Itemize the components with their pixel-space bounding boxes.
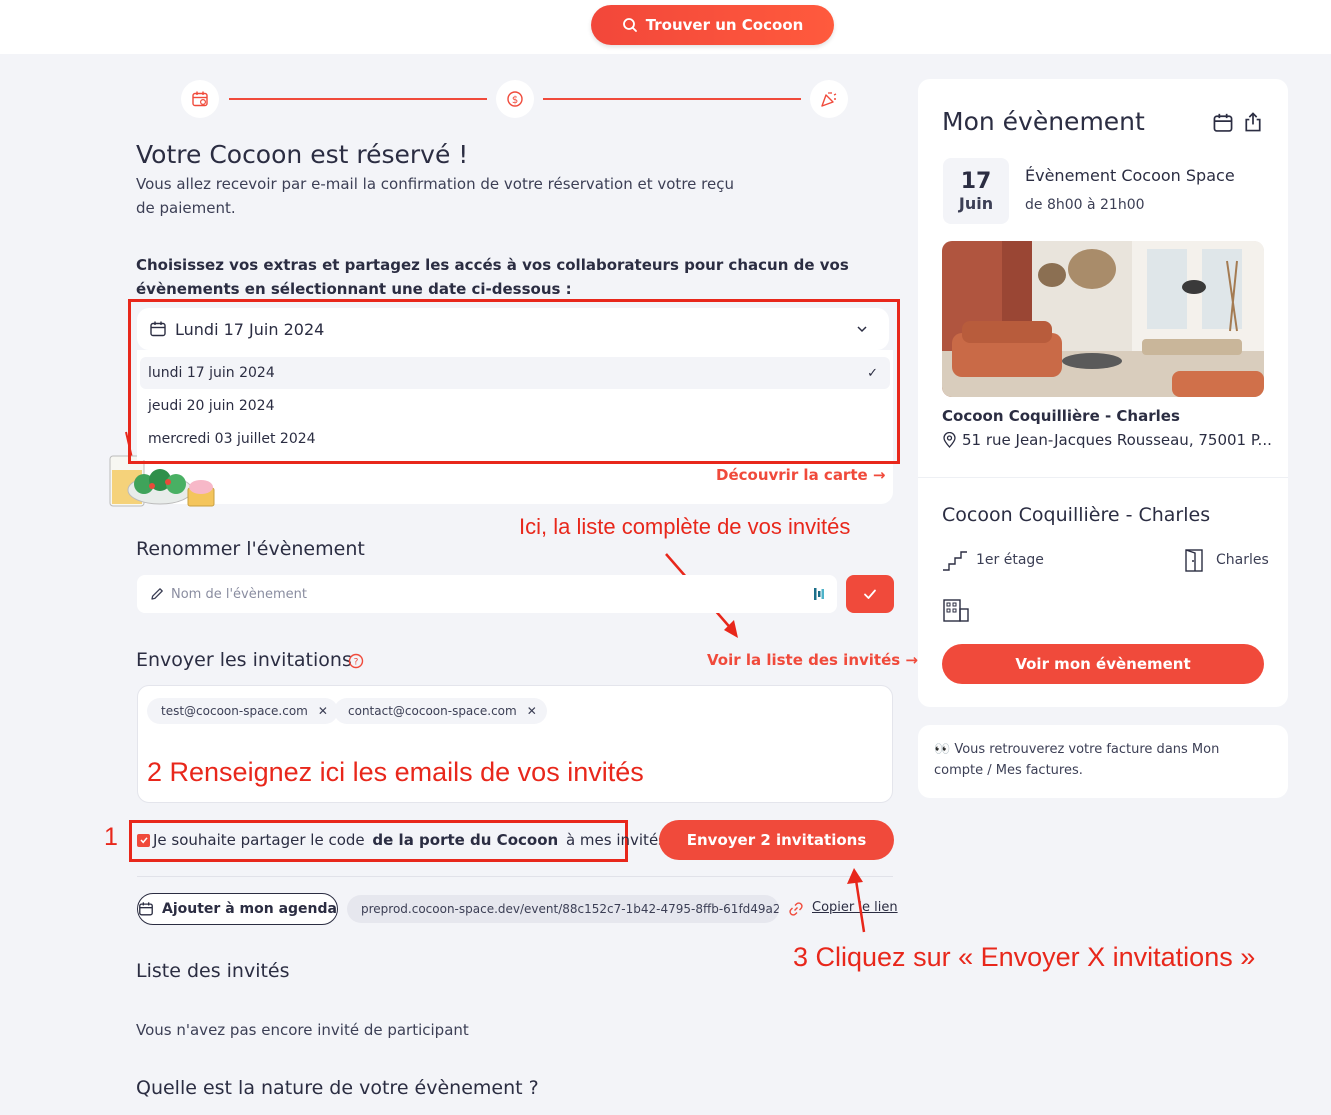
event-month: Juin [958, 193, 994, 213]
venue-address: 51 rue Jean-Jacques Rousseau, 75001 P... [942, 431, 1272, 449]
calendar-icon [139, 902, 153, 916]
party-icon [821, 92, 837, 107]
annotation-step3: 3 Cliquez sur « Envoyer X invitations » [793, 942, 1256, 972]
guest-list-link[interactable]: Voir la liste des invités → [707, 651, 918, 669]
annotation-step2: 2 Renseignez ici les emails de vos invit… [147, 757, 644, 787]
discover-menu-link[interactable]: Découvrir la carte → [716, 466, 885, 484]
stairs-icon [943, 551, 967, 571]
event-nature-title: Quelle est la nature de votre évènement … [136, 1077, 539, 1099]
location-pin-icon [943, 432, 956, 448]
send-invitations-button[interactable]: Envoyer 2 invitations [659, 820, 894, 860]
close-icon[interactable]: ✕ [527, 704, 537, 718]
page-title: Votre Cocoon est réservé ! [136, 140, 469, 169]
annotation-guest-list: Ici, la liste complète de vos invités [519, 514, 851, 539]
guest-list-empty: Vous n'avez pas encore invité de partici… [136, 1021, 469, 1039]
guest-list-title: Liste des invités [136, 960, 290, 982]
rename-title: Renommer l'évènement [136, 538, 365, 560]
dollar-icon: $ [507, 91, 523, 107]
share-code-checkbox[interactable] [137, 833, 150, 847]
stepper-line-1 [229, 98, 487, 100]
close-icon[interactable]: ✕ [318, 704, 328, 718]
step-payment: $ [496, 80, 534, 118]
step-celebration [810, 80, 848, 118]
view-event-button[interactable]: Voir mon évènement [942, 644, 1264, 684]
check-icon [139, 837, 148, 844]
link-icon[interactable] [788, 901, 804, 917]
search-icon [622, 18, 637, 32]
confirmation-subtitle: Vous allez recevoir par e-mail la confir… [136, 175, 734, 217]
pencil-icon [151, 588, 163, 600]
email-chip: test@cocoon-space.com ✕ [147, 698, 338, 724]
invitations-title: Envoyer les invitations [136, 649, 352, 671]
event-name-input[interactable]: Nom de l'évènement [137, 575, 837, 613]
svg-text:?: ? [354, 658, 359, 668]
add-to-agenda-button[interactable]: Ajouter à mon agenda [137, 893, 338, 925]
annotation-arrow-3 [847, 868, 866, 933]
confirm-name-button[interactable] [846, 575, 894, 613]
share-icon[interactable] [1242, 111, 1264, 133]
find-cocoon-button[interactable]: Trouver un Cocoon [591, 5, 834, 45]
event-url: preprod.cocoon-space.dev/event/88c152c7-… [347, 895, 779, 923]
calendar-icon [192, 91, 208, 107]
step-booking [181, 80, 219, 118]
building-icon [943, 599, 969, 622]
sidebar-title: Mon évènement [942, 107, 1145, 136]
event-name-placeholder: Nom de l'évènement [171, 586, 307, 602]
divider [137, 876, 893, 877]
calendar-icon[interactable] [1212, 112, 1234, 134]
check-icon [864, 589, 876, 599]
event-name: Évènement Cocoon Space [1025, 166, 1235, 185]
share-code-row[interactable]: Je souhaite partager le code de la porte… [137, 831, 666, 849]
sidebar-divider [918, 477, 1288, 478]
date-instructions: Choisissez vos extras et partagez les ac… [136, 256, 849, 298]
annotation-step1: 1 [104, 823, 118, 851]
event-date-badge: 17 Juin [943, 158, 1009, 224]
event-day: 17 [960, 168, 992, 194]
floor-label: 1er étage [976, 552, 1044, 568]
door-icon [1185, 549, 1203, 572]
help-icon[interactable]: ? [348, 653, 364, 669]
event-hours: de 8h00 à 21h00 [1025, 197, 1145, 213]
venue-photo [942, 241, 1264, 397]
invoice-note: 👀 Vous retrouverez votre facture dans Mo… [918, 725, 1288, 798]
email-chip: contact@cocoon-space.com ✕ [334, 698, 547, 724]
stepper-line-2 [543, 98, 801, 100]
find-cocoon-label: Trouver un Cocoon [645, 16, 804, 34]
room-label: Charles [1216, 552, 1269, 568]
svg-text:$: $ [512, 95, 518, 106]
annotation-box-date [128, 299, 900, 464]
password-manager-icon[interactable] [813, 586, 825, 602]
space-title: Cocoon Coquillière - Charles [942, 504, 1211, 526]
venue-name: Cocoon Coquillière - Charles [942, 407, 1180, 425]
